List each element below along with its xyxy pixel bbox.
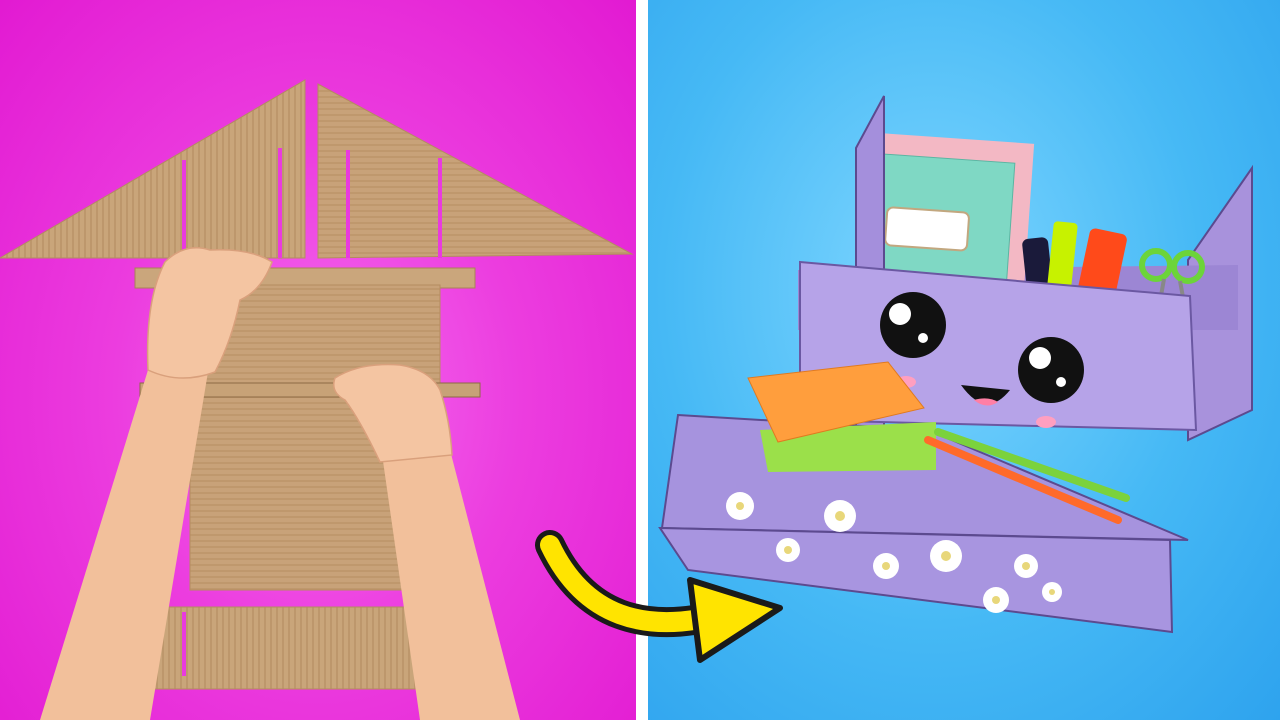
notebook-label <box>884 206 970 252</box>
cardboard-scene <box>0 79 634 720</box>
left-panel-cardboard-pieces <box>0 0 636 720</box>
cardboard-triangle-right <box>317 83 634 259</box>
slit <box>182 612 186 676</box>
slit <box>438 158 442 258</box>
slit <box>278 148 282 258</box>
slit <box>346 150 350 258</box>
cardboard-triangle-left <box>0 79 306 259</box>
right-panel-desk-organizer <box>648 0 1280 720</box>
organizer-scene <box>658 95 1253 634</box>
thumbnail-image <box>0 0 1280 720</box>
slit <box>182 160 186 258</box>
panel-divider <box>636 0 648 720</box>
organizer-tray-front <box>658 526 1174 634</box>
